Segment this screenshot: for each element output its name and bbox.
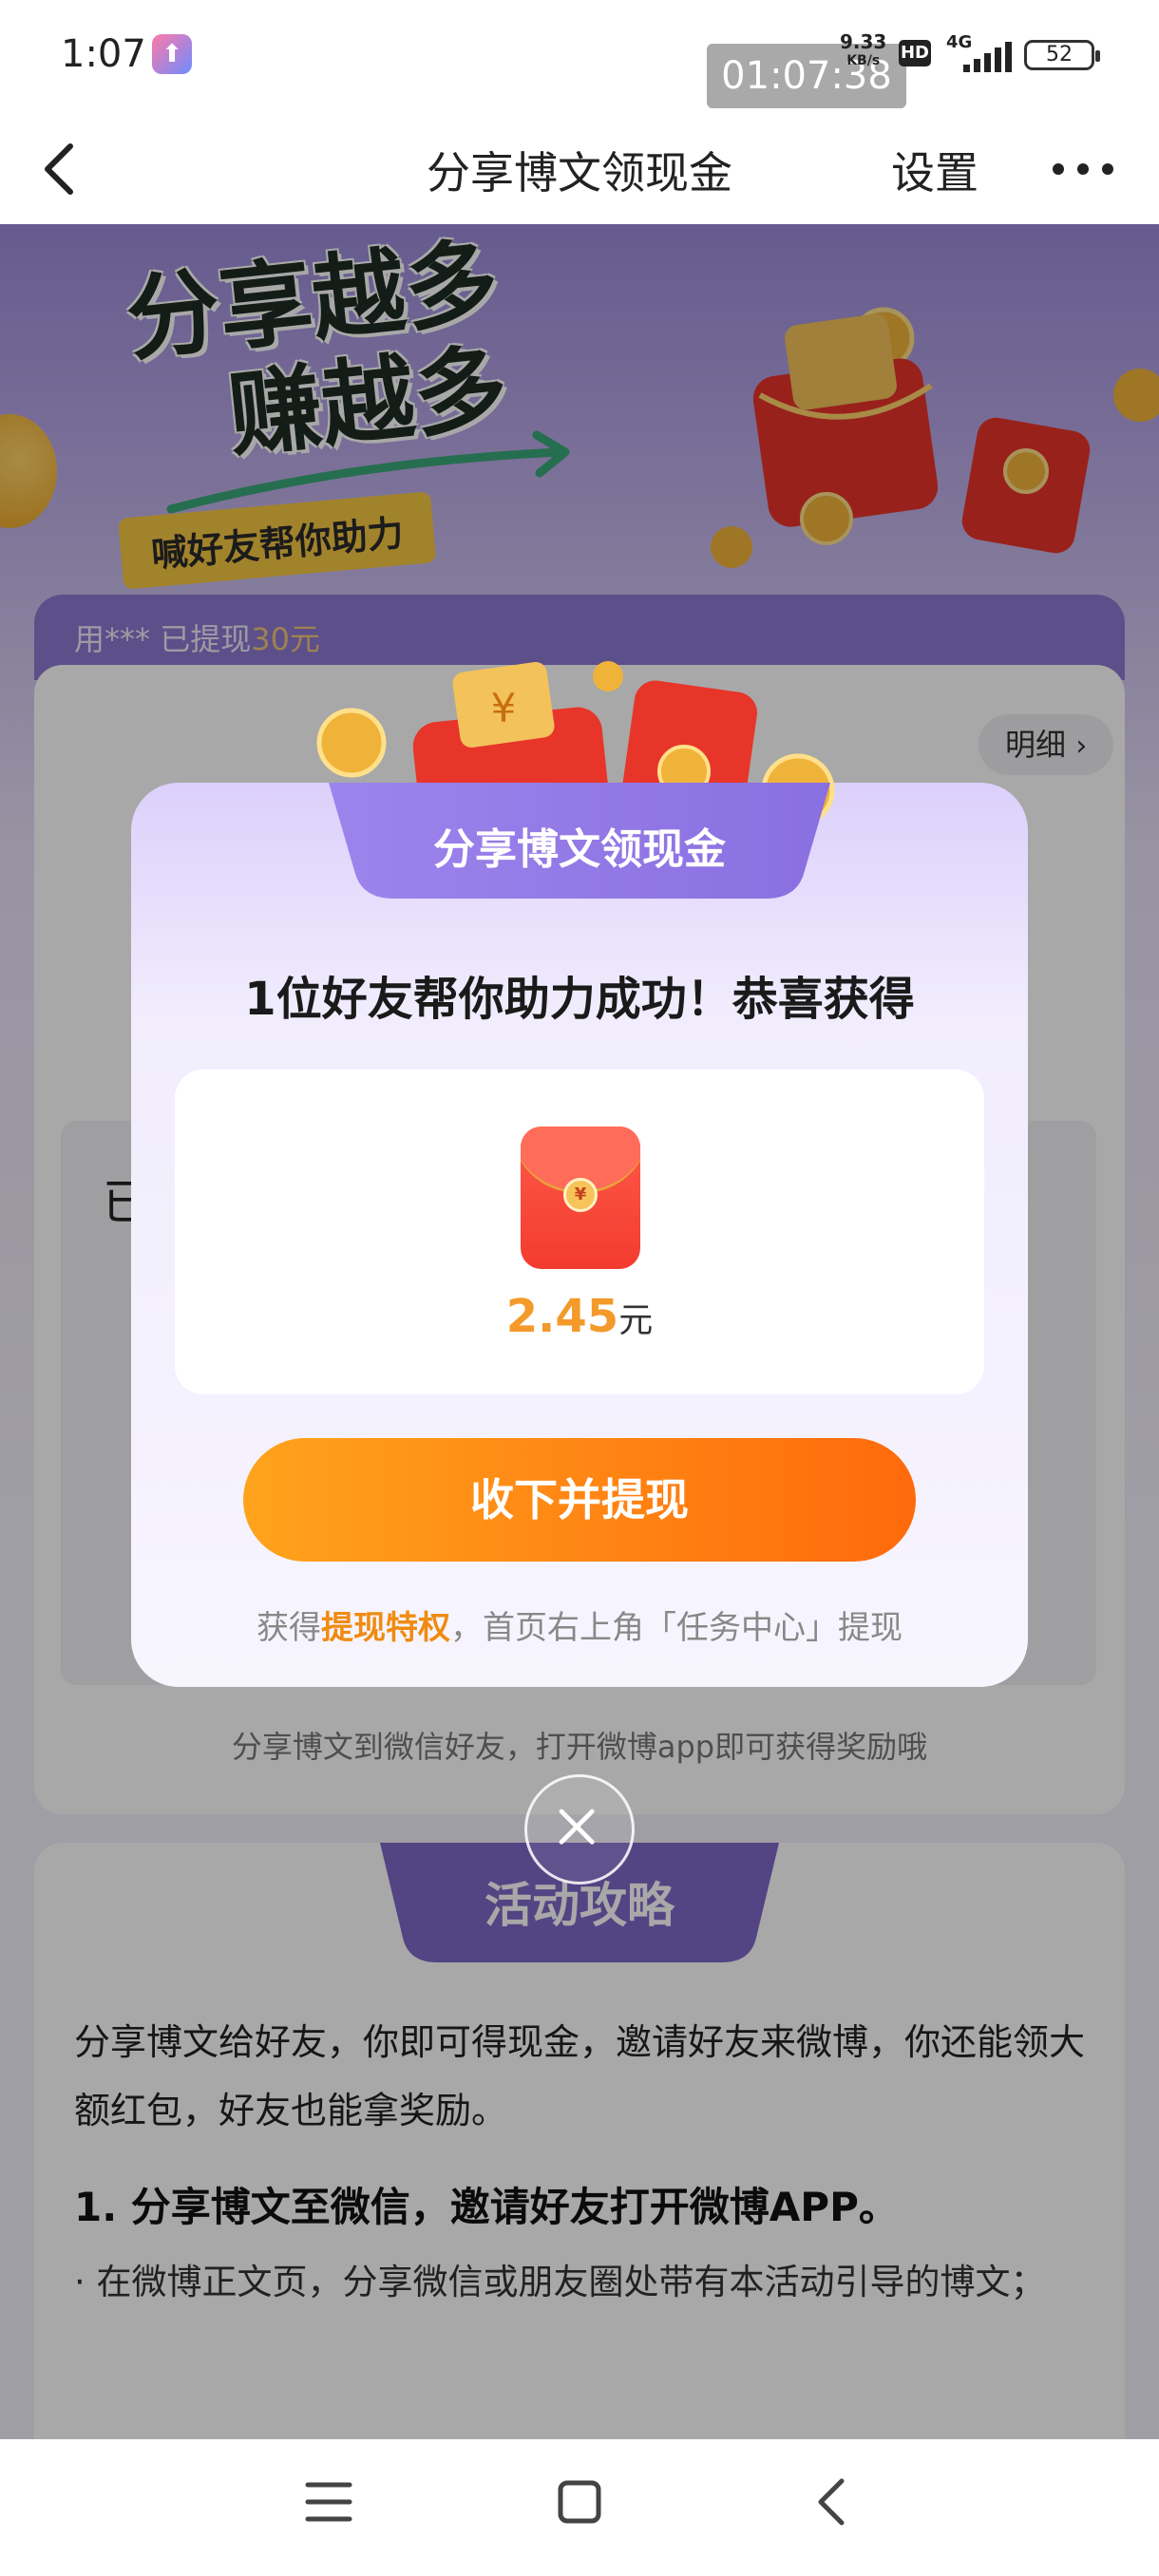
hd-badge: HD	[899, 40, 931, 66]
collect-and-withdraw-button[interactable]: 收下并提现	[243, 1438, 916, 1562]
status-bar: 1:07 ⬆ 01:07:38 9.33 KB/s HD 4G 52	[0, 0, 1159, 114]
more-dots-icon[interactable]	[1045, 142, 1121, 196]
network-speed: 9.33 KB/s	[840, 32, 886, 70]
close-modal-button[interactable]	[524, 1774, 635, 1885]
svg-text:¥: ¥	[491, 685, 517, 731]
note-prefix: 获得	[256, 1609, 321, 1647]
network-speed-value: 9.33	[840, 30, 887, 53]
modal-message: 1位好友帮你助力成功！恭喜获得	[244, 973, 915, 1026]
back-icon[interactable]	[804, 2472, 861, 2532]
reward-amount-unit: 元	[618, 1301, 654, 1340]
system-navigation-bar	[0, 2439, 1159, 2576]
status-time: 1:07	[61, 32, 146, 76]
modal-header-title: 分享博文领现金	[433, 825, 726, 874]
reward-amount: 2.45元	[175, 1290, 984, 1343]
note-suffix: ，首页右上角「任务中心」提现	[450, 1609, 902, 1647]
page-title: 分享博文领现金	[427, 147, 732, 199]
withdraw-privilege-note: 获得提现特权，首页右上角「任务中心」提现	[131, 1601, 1028, 1648]
home-icon[interactable]	[551, 2472, 608, 2532]
top-nav-bar: 分享博文领现金 设置	[0, 114, 1159, 224]
settings-link[interactable]: 设置	[891, 139, 978, 201]
back-chevron-icon[interactable]	[27, 133, 99, 205]
red-packet-icon: ¥	[521, 1127, 640, 1269]
battery-icon: 52	[1024, 40, 1100, 70]
upload-app-icon: ⬆	[152, 34, 192, 74]
reward-amount-value: 2.45	[505, 1290, 619, 1343]
menu-icon[interactable]	[300, 2473, 357, 2530]
close-icon	[559, 1809, 595, 1845]
network-speed-unit: KB/s	[846, 53, 881, 68]
note-highlight: 提现特权	[321, 1609, 450, 1647]
signal-icon	[963, 42, 1012, 72]
